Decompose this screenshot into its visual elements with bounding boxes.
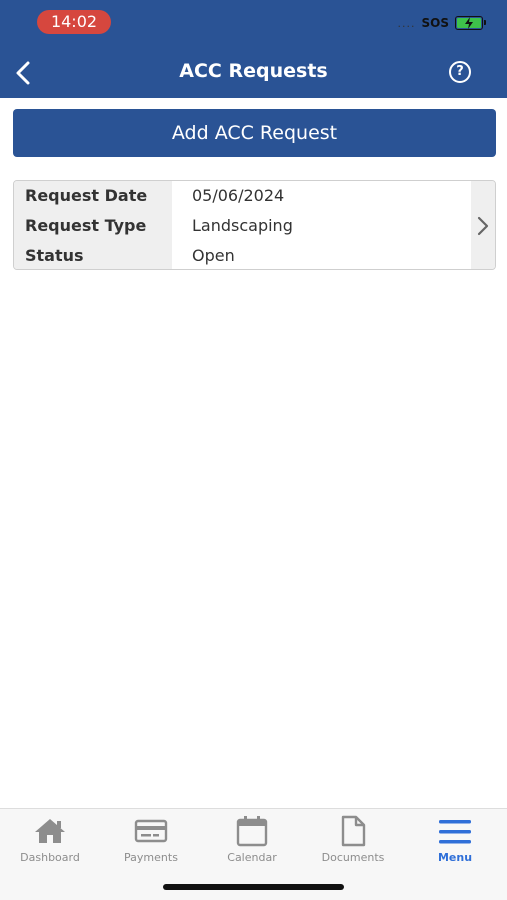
request-date-value: 05/06/2024 [192, 186, 285, 205]
home-icon [35, 819, 65, 843]
status-value: Open [192, 246, 235, 265]
tab-payments[interactable]: Payments [101, 815, 201, 871]
tab-documents[interactable]: Documents [303, 815, 403, 871]
add-acc-request-button[interactable]: Add ACC Request [13, 109, 496, 157]
request-type-label: Request Type [25, 216, 147, 235]
tab-label-dashboard: Dashboard [20, 851, 80, 864]
tab-label-calendar: Calendar [227, 851, 277, 864]
tab-dashboard[interactable]: Dashboard [0, 815, 100, 871]
carrier-label: SOS [421, 16, 450, 30]
app-header: 14:02 .... SOS ACC Requests ? [0, 0, 507, 98]
status-row: Status Open [14, 241, 472, 269]
request-type-row: Request Type Landscaping [14, 211, 472, 241]
request-date-row: Request Date 05/06/2024 [14, 181, 472, 211]
tab-label-menu: Menu [437, 851, 473, 864]
status-indicators: .... SOS [397, 16, 486, 30]
help-circle-icon: ? [456, 64, 464, 79]
calendar-icon [236, 816, 268, 847]
document-icon [341, 815, 366, 847]
request-date-label: Request Date [25, 186, 148, 205]
battery-charging-icon [455, 16, 486, 30]
tab-label-documents: Documents [321, 851, 385, 864]
tab-calendar[interactable]: Calendar [202, 815, 302, 871]
chevron-right-icon [477, 216, 489, 236]
page-title: ACC Requests [179, 60, 328, 82]
request-type-value: Landscaping [192, 216, 293, 235]
status-time: 14:02 [37, 10, 111, 34]
signal-dots-icon: .... [397, 16, 416, 30]
request-card[interactable]: Request Date 05/06/2024 Request Type Lan… [13, 180, 496, 270]
home-indicator [163, 884, 344, 890]
tab-menu[interactable]: Menu [405, 815, 505, 871]
status-label: Status [25, 246, 84, 265]
hamburger-menu-icon [439, 820, 471, 844]
tab-label-payments: Payments [124, 851, 178, 864]
help-button[interactable]: ? [449, 61, 471, 83]
credit-card-icon [134, 819, 168, 843]
